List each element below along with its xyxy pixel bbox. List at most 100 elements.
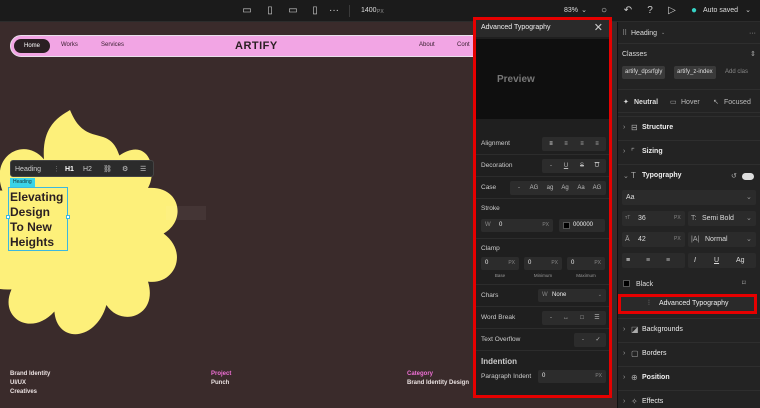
case-option[interactable]: -: [512, 181, 526, 195]
drag-handle-icon[interactable]: ⋮: [53, 164, 60, 175]
database-icon[interactable]: ☰: [140, 164, 146, 175]
category-value: Brand Identity Design: [407, 380, 470, 386]
tab-hover[interactable]: Hover: [681, 98, 700, 107]
settings-icon[interactable]: ⚙: [122, 164, 128, 175]
decoration-none-button[interactable]: -: [544, 159, 558, 173]
class-chip[interactable]: artify_dpsrfgly: [622, 66, 666, 79]
structure-section[interactable]: › ⊟ Structure: [618, 116, 760, 140]
site-logo[interactable]: ARTIFY: [235, 40, 278, 52]
sort-icon[interactable]: ⇕: [750, 50, 756, 59]
help-icon[interactable]: ?: [644, 5, 656, 17]
typography-label: Typography: [642, 172, 682, 179]
clamp-base-input[interactable]: 0 PX: [481, 257, 519, 270]
break-all-icon[interactable]: ↔: [559, 311, 573, 325]
close-icon[interactable]: ✕: [594, 21, 603, 34]
align-right-icon[interactable]: ≡: [575, 137, 589, 151]
nav-services-link[interactable]: Services: [101, 42, 124, 48]
nav-works-link[interactable]: Works: [61, 42, 78, 48]
link-icon[interactable]: ⛓: [103, 164, 112, 175]
eyedropper-icon[interactable]: ⌑: [742, 279, 746, 288]
underline-icon[interactable]: U: [559, 159, 573, 173]
italic-icon[interactable]: I: [694, 256, 696, 265]
align-justify-icon[interactable]: ≡: [590, 137, 604, 151]
play-icon[interactable]: ▷: [666, 5, 678, 17]
h1-button[interactable]: H1: [65, 164, 74, 175]
text-overflow-none-button[interactable]: -: [576, 333, 590, 347]
letter-spacing-select[interactable]: |A| Normal ⌄: [688, 232, 756, 247]
align-left-icon[interactable]: ≡: [626, 256, 630, 265]
tablet-landscape-icon[interactable]: ▭: [286, 5, 300, 17]
nav-home-link[interactable]: Home: [14, 39, 50, 53]
tablet-icon[interactable]: ▯: [264, 5, 276, 17]
element-name[interactable]: Heading: [631, 29, 657, 38]
case-option[interactable]: Ag: [558, 181, 572, 195]
chevron-down-icon[interactable]: ⌄: [661, 29, 665, 38]
font-size-icon: тT: [625, 215, 631, 221]
class-chip[interactable]: artify_z-index: [674, 66, 716, 79]
position-section[interactable]: › ⊕ Position: [618, 366, 760, 390]
case-option[interactable]: Aa: [574, 181, 588, 195]
chevron-down-icon[interactable]: ⌄: [580, 5, 588, 17]
chars-select[interactable]: W None ⌄: [538, 289, 606, 302]
tab-focused[interactable]: Focused: [724, 98, 751, 107]
ellipsis-check-icon[interactable]: ✓: [591, 333, 605, 347]
hero-heading[interactable]: Elevating Design To New Heights: [10, 190, 90, 250]
desktop-icon[interactable]: ▭: [240, 5, 254, 17]
search-icon[interactable]: ○: [598, 5, 610, 17]
align-center-icon[interactable]: ≡: [646, 256, 650, 265]
add-class-input[interactable]: Add clas: [722, 66, 751, 79]
text-color-row[interactable]: Black ⌑: [618, 276, 760, 292]
keep-all-icon[interactable]: □: [575, 311, 589, 325]
tab-neutral[interactable]: Neutral: [634, 98, 658, 107]
underline-icon[interactable]: U: [714, 256, 719, 265]
element-header: ⠿ Heading ⌄ ···: [618, 22, 760, 44]
typography-toggle[interactable]: [742, 173, 754, 180]
decoration-label: Decoration: [481, 162, 513, 169]
word-break-none-button[interactable]: -: [544, 311, 558, 325]
nav-about-link[interactable]: About: [419, 42, 435, 48]
align-left-icon[interactable]: ≡: [544, 137, 558, 151]
more-icon[interactable]: ···: [328, 5, 340, 17]
advanced-typography-button[interactable]: ⫶ Advanced Typography: [618, 294, 757, 314]
effects-section[interactable]: › ✧ Effects: [618, 390, 760, 408]
stroke-width-input[interactable]: W 0 PX: [481, 219, 553, 232]
mobile-icon[interactable]: ▯: [310, 5, 320, 17]
color-swatch[interactable]: [623, 280, 630, 287]
align-center-icon[interactable]: ≡: [559, 137, 573, 151]
case-option[interactable]: ag: [543, 181, 557, 195]
strikethrough-icon[interactable]: S: [575, 159, 589, 173]
more-options-icon[interactable]: ···: [749, 29, 756, 38]
text-align-control: ≡ ≡ ≡: [622, 253, 685, 268]
stroke-color-input[interactable]: 000000: [559, 219, 605, 232]
font-weight-select[interactable]: T: Semi Bold ⌄: [688, 211, 756, 226]
zoom-level[interactable]: 83%: [564, 6, 578, 16]
sizing-section[interactable]: › ⌜ Sizing: [618, 140, 760, 164]
chevron-down-icon[interactable]: ⌄: [744, 5, 752, 17]
undo-icon[interactable]: ↶: [622, 5, 634, 17]
break-word-icon[interactable]: ☰: [590, 311, 604, 325]
clamp-min-input[interactable]: 0 PX: [524, 257, 562, 270]
line-height-input[interactable]: Ā 42 PX: [622, 232, 685, 247]
case-option[interactable]: AG: [590, 181, 604, 195]
h2-button[interactable]: H2: [83, 164, 92, 175]
backgrounds-section[interactable]: › ◪ Backgrounds: [618, 318, 760, 342]
color-swatch[interactable]: [563, 222, 570, 229]
case-icon[interactable]: Ag: [736, 256, 745, 265]
breakpoint-width[interactable]: 1400: [361, 6, 377, 16]
borders-section[interactable]: › ▢ Borders: [618, 342, 760, 366]
indention-section: Indention Paragraph Indent 0 PX: [476, 351, 609, 391]
nav-contact-link[interactable]: Cont: [457, 42, 470, 48]
backgrounds-icon: ◪: [631, 325, 639, 334]
align-right-icon[interactable]: ≡: [666, 256, 670, 265]
overline-icon[interactable]: O: [590, 159, 604, 173]
clamp-max-input[interactable]: 0 PX: [567, 257, 605, 270]
element-type-label[interactable]: Heading: [15, 164, 41, 175]
font-family-select[interactable]: Aa ⌄: [622, 190, 756, 205]
font-size-value: 36: [638, 215, 646, 222]
font-size-input[interactable]: тT 36 PX: [622, 211, 685, 226]
reset-icon[interactable]: ↺: [731, 172, 737, 181]
typography-section[interactable]: ⌄ T Typography ↺: [618, 164, 760, 188]
case-option[interactable]: AG: [527, 181, 541, 195]
paragraph-indent-input[interactable]: 0 PX: [538, 370, 606, 383]
style-sidebar: ⠿ Heading ⌄ ··· Classes ⇕ artify_dpsrfgl…: [617, 22, 760, 408]
